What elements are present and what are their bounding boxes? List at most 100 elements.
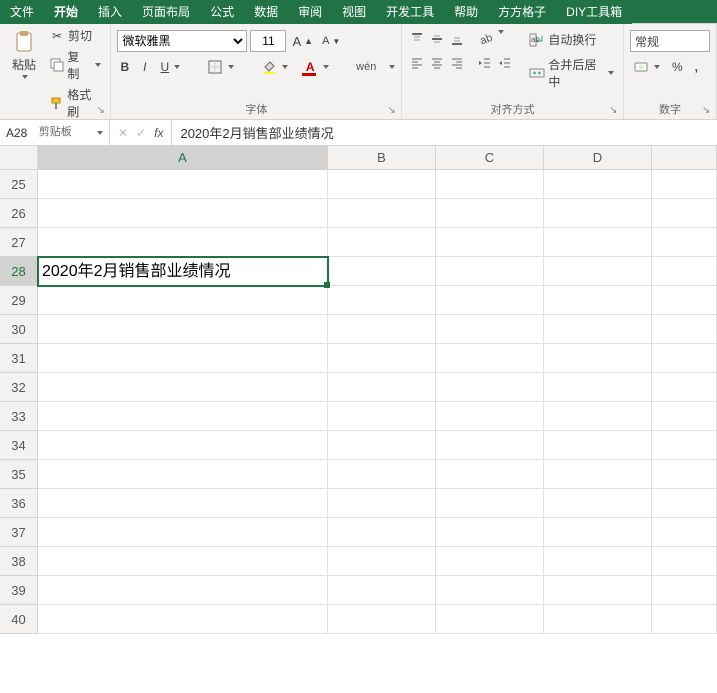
row-header[interactable]: 37 <box>0 518 38 547</box>
row-header[interactable]: 31 <box>0 344 38 373</box>
cell-B28[interactable] <box>328 257 436 286</box>
align-left-button[interactable] <box>408 54 426 72</box>
cell-B31[interactable] <box>328 344 436 373</box>
cell-A33[interactable] <box>38 402 328 431</box>
cell-A28[interactable]: 2020年2月销售部业绩情况 <box>38 257 328 286</box>
cell-A37[interactable] <box>38 518 328 547</box>
cell-C35[interactable] <box>436 460 544 489</box>
align-center-button[interactable] <box>428 54 446 72</box>
cell-D36[interactable] <box>544 489 652 518</box>
row-header[interactable]: 38 <box>0 547 38 576</box>
copy-button[interactable]: 复制 <box>46 47 104 83</box>
underline-button[interactable]: U <box>158 59 184 75</box>
row-header[interactable]: 29 <box>0 286 38 315</box>
row-header[interactable]: 26 <box>0 199 38 228</box>
cell-A34[interactable] <box>38 431 328 460</box>
merge-center-button[interactable]: 合并后居中 <box>526 55 617 91</box>
row-header[interactable]: 30 <box>0 315 38 344</box>
cell-D27[interactable] <box>544 228 652 257</box>
phonetic-button[interactable]: wén <box>353 60 379 74</box>
italic-button[interactable]: I <box>140 59 149 75</box>
cell-B29[interactable] <box>328 286 436 315</box>
row-header[interactable]: 36 <box>0 489 38 518</box>
tab-review[interactable]: 审阅 <box>288 0 332 24</box>
cell-E26[interactable] <box>652 199 717 228</box>
cell-D33[interactable] <box>544 402 652 431</box>
row-header[interactable]: 27 <box>0 228 38 257</box>
cell-C29[interactable] <box>436 286 544 315</box>
cell-A25[interactable] <box>38 170 328 199</box>
cell-D29[interactable] <box>544 286 652 315</box>
cell-D28[interactable] <box>544 257 652 286</box>
cell-C40[interactable] <box>436 605 544 634</box>
cell-E30[interactable] <box>652 315 717 344</box>
font-size-input[interactable] <box>250 30 286 52</box>
increase-indent-button[interactable] <box>496 54 514 72</box>
cell-A31[interactable] <box>38 344 328 373</box>
cell-B34[interactable] <box>328 431 436 460</box>
cell-D26[interactable] <box>544 199 652 228</box>
decrease-font-button[interactable]: A▼ <box>319 34 343 48</box>
tab-insert[interactable]: 插入 <box>88 0 132 24</box>
cell-E39[interactable] <box>652 576 717 605</box>
font-color-button[interactable]: A <box>299 58 332 76</box>
cell-E40[interactable] <box>652 605 717 634</box>
cell-A38[interactable] <box>38 547 328 576</box>
row-header[interactable]: 35 <box>0 460 38 489</box>
col-header-b[interactable]: B <box>328 146 436 169</box>
cell-B36[interactable] <box>328 489 436 518</box>
tab-developer[interactable]: 开发工具 <box>376 0 444 24</box>
dialog-launcher-icon[interactable]: ↘ <box>387 105 399 117</box>
cancel-formula-icon[interactable]: ✕ <box>118 126 128 140</box>
cell-A26[interactable] <box>38 199 328 228</box>
align-top-button[interactable] <box>408 30 426 48</box>
dialog-launcher-icon[interactable]: ↘ <box>96 105 108 117</box>
cell-B27[interactable] <box>328 228 436 257</box>
cell-A40[interactable] <box>38 605 328 634</box>
fx-icon[interactable]: fx <box>154 126 163 140</box>
cell-C27[interactable] <box>436 228 544 257</box>
bold-button[interactable]: B <box>117 59 132 75</box>
cell-C28[interactable] <box>436 257 544 286</box>
cell-E33[interactable] <box>652 402 717 431</box>
cell-A39[interactable] <box>38 576 328 605</box>
tab-data[interactable]: 数据 <box>244 0 288 24</box>
align-bottom-button[interactable] <box>448 30 466 48</box>
cell-C30[interactable] <box>436 315 544 344</box>
col-header-c[interactable]: C <box>436 146 544 169</box>
paste-button[interactable]: 粘贴 <box>6 26 42 83</box>
col-header-a[interactable]: A <box>38 146 328 169</box>
row-header[interactable]: 33 <box>0 402 38 431</box>
cell-E35[interactable] <box>652 460 717 489</box>
cell-D34[interactable] <box>544 431 652 460</box>
col-header-e[interactable] <box>652 146 717 169</box>
cell-B37[interactable] <box>328 518 436 547</box>
cell-B33[interactable] <box>328 402 436 431</box>
cell-B40[interactable] <box>328 605 436 634</box>
cell-C33[interactable] <box>436 402 544 431</box>
cell-D31[interactable] <box>544 344 652 373</box>
wrap-text-button[interactable]: ab 自动换行 <box>526 30 617 49</box>
cell-E25[interactable] <box>652 170 717 199</box>
tab-file[interactable]: 文件 <box>0 0 44 24</box>
cell-A29[interactable] <box>38 286 328 315</box>
cell-E34[interactable] <box>652 431 717 460</box>
tab-home[interactable]: 开始 <box>44 0 88 24</box>
cell-C25[interactable] <box>436 170 544 199</box>
cell-D40[interactable] <box>544 605 652 634</box>
cell-B32[interactable] <box>328 373 436 402</box>
cell-D38[interactable] <box>544 547 652 576</box>
cell-B38[interactable] <box>328 547 436 576</box>
cell-D39[interactable] <box>544 576 652 605</box>
cut-button[interactable]: ✂ 剪切 <box>46 26 104 45</box>
select-all-corner[interactable] <box>0 146 38 170</box>
cell-E29[interactable] <box>652 286 717 315</box>
cell-D32[interactable] <box>544 373 652 402</box>
fill-color-button[interactable] <box>258 58 291 76</box>
cell-E38[interactable] <box>652 547 717 576</box>
cell-A27[interactable] <box>38 228 328 257</box>
cell-B39[interactable] <box>328 576 436 605</box>
cell-D37[interactable] <box>544 518 652 547</box>
align-middle-button[interactable] <box>428 30 446 48</box>
enter-formula-icon[interactable]: ✓ <box>136 126 146 140</box>
